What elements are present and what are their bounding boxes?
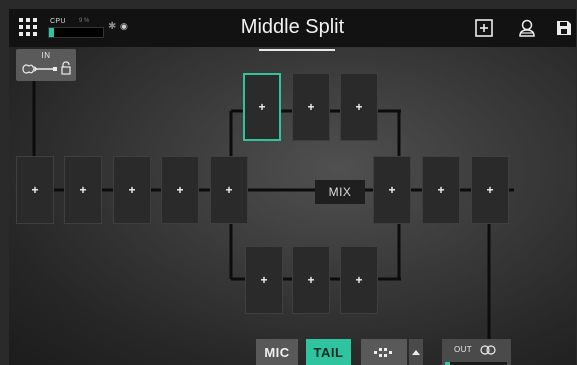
fx-slot[interactable]: + xyxy=(210,156,248,224)
fx-slot[interactable]: + xyxy=(161,156,199,224)
stereo-link-icon xyxy=(480,345,496,355)
input-label: IN xyxy=(41,51,51,60)
guitar-icon xyxy=(22,64,57,74)
tail-button[interactable]: TAIL xyxy=(306,339,351,365)
output-block[interactable]: OUT xyxy=(442,339,511,365)
fx-slot[interactable]: + xyxy=(243,73,281,141)
fx-slot[interactable]: + xyxy=(373,156,411,224)
layout-button[interactable] xyxy=(361,339,407,365)
fx-slot[interactable]: + xyxy=(113,156,151,224)
fx-slot[interactable]: + xyxy=(422,156,460,224)
mix-block[interactable]: MIX xyxy=(315,180,365,204)
rig-screen: CPU 9 % ✱ ◉ Middle Split IN + + + + + + … xyxy=(9,9,576,365)
lock-icon[interactable] xyxy=(60,61,72,75)
input-block[interactable]: IN xyxy=(16,49,76,81)
fx-slot[interactable]: + xyxy=(471,156,509,224)
dots-layout-icon xyxy=(374,348,392,357)
save-icon[interactable] xyxy=(554,18,574,38)
fx-slot[interactable]: + xyxy=(340,73,378,141)
add-box-icon[interactable] xyxy=(474,18,494,38)
expand-button[interactable] xyxy=(409,339,423,365)
mic-button[interactable]: MIC xyxy=(256,339,298,365)
fx-slot[interactable]: + xyxy=(340,246,378,314)
fx-slot[interactable]: + xyxy=(245,246,283,314)
fx-slot[interactable]: + xyxy=(64,156,102,224)
user-icon[interactable] xyxy=(517,18,537,38)
fx-slot[interactable]: + xyxy=(292,246,330,314)
top-bar: CPU 9 % ✱ ◉ Middle Split xyxy=(9,9,576,47)
output-label: OUT xyxy=(454,345,473,354)
fx-slot[interactable]: + xyxy=(292,73,330,141)
fx-slot[interactable]: + xyxy=(16,156,54,224)
caret-up-icon xyxy=(412,350,420,355)
title-underline xyxy=(259,49,335,51)
